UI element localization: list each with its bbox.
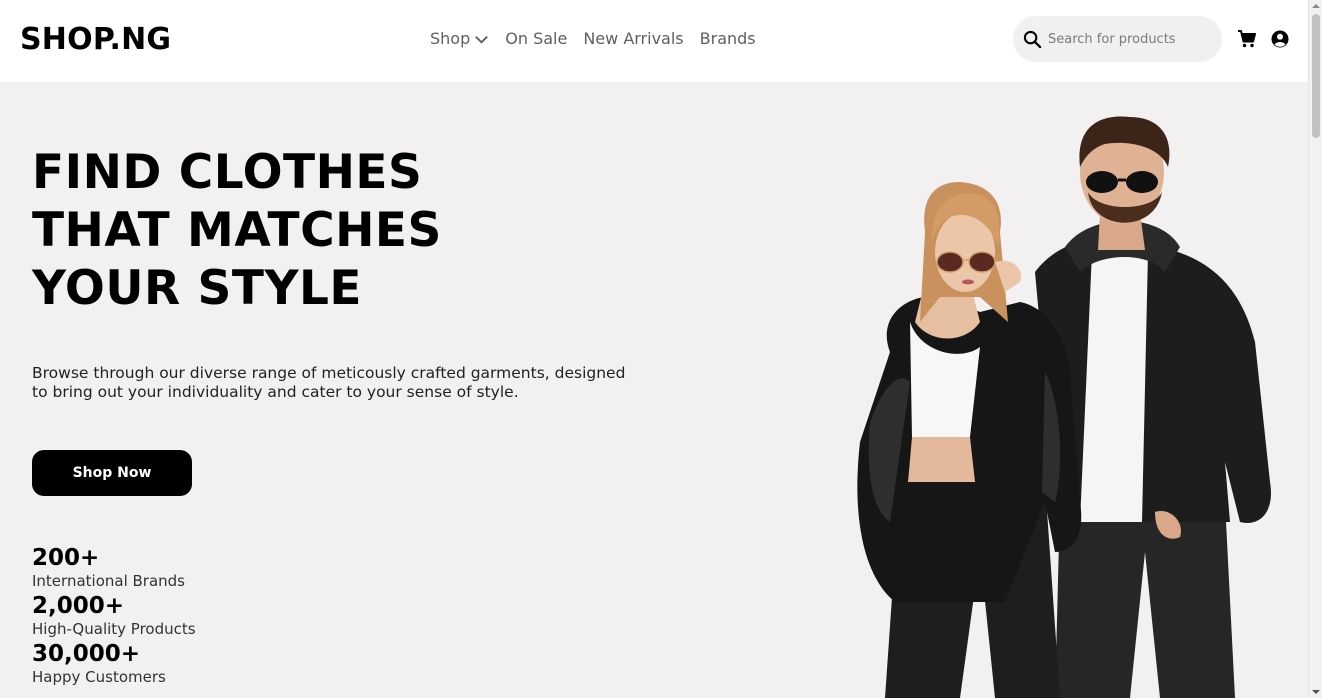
scrollbar-thumb[interactable]: [1312, 14, 1320, 138]
stat-value: 2,000+: [32, 593, 125, 619]
site-header: SHOP.NG Shop On Sale New Arrivals Brands: [0, 0, 1308, 82]
user-circle-icon[interactable]: [1270, 29, 1290, 49]
stat-label: International Brands: [32, 572, 185, 590]
hero-section: FIND CLOTHES THAT MATCHES YOUR STYLE Bro…: [0, 82, 1308, 698]
description-line: to bring out your individuality and cate…: [32, 383, 519, 401]
stat-item: 200+ International Brands: [32, 544, 196, 592]
stat-item: 30,000+ Happy Customers: [32, 640, 196, 688]
search-input[interactable]: [1048, 31, 1218, 47]
description-line: Browse through our diverse range of meti…: [32, 364, 626, 382]
nav-shop[interactable]: Shop: [430, 28, 489, 50]
headline-line: FIND CLOTHES: [32, 145, 423, 200]
hero-headline: FIND CLOTHES THAT MATCHES YOUR STYLE: [32, 144, 442, 318]
stat-item: 2,000+ High-Quality Products: [32, 592, 196, 640]
cart-icon[interactable]: [1237, 29, 1257, 49]
stat-value: 200+: [32, 545, 100, 571]
headline-line: YOUR STYLE: [32, 261, 363, 316]
stat-label: High-Quality Products: [32, 620, 196, 638]
hero-description: Browse through our diverse range of meti…: [32, 364, 672, 402]
nav-on-sale[interactable]: On Sale: [505, 28, 567, 50]
hero-image: [857, 116, 1271, 698]
stats-list: 200+ International Brands 2,000+ High-Qu…: [32, 544, 196, 688]
nav-shop-label: Shop: [430, 29, 471, 48]
scroll-up-arrow-icon[interactable]: [1312, 2, 1320, 10]
shop-now-button[interactable]: Shop Now: [32, 450, 192, 496]
stat-label: Happy Customers: [32, 668, 166, 686]
page-scrollbar[interactable]: [1308, 0, 1322, 698]
nav-brands[interactable]: Brands: [700, 28, 756, 50]
scroll-down-arrow-icon[interactable]: [1312, 688, 1320, 696]
search-bar[interactable]: [1013, 16, 1222, 62]
logo[interactable]: SHOP.NG: [20, 20, 171, 60]
headline-line: THAT MATCHES: [32, 203, 442, 258]
chevron-down-icon: [475, 35, 489, 44]
stat-value: 30,000+: [32, 641, 141, 667]
search-icon: [1023, 30, 1042, 48]
main-nav: Shop On Sale New Arrivals Brands: [430, 28, 756, 50]
nav-new-arrivals[interactable]: New Arrivals: [583, 28, 683, 50]
